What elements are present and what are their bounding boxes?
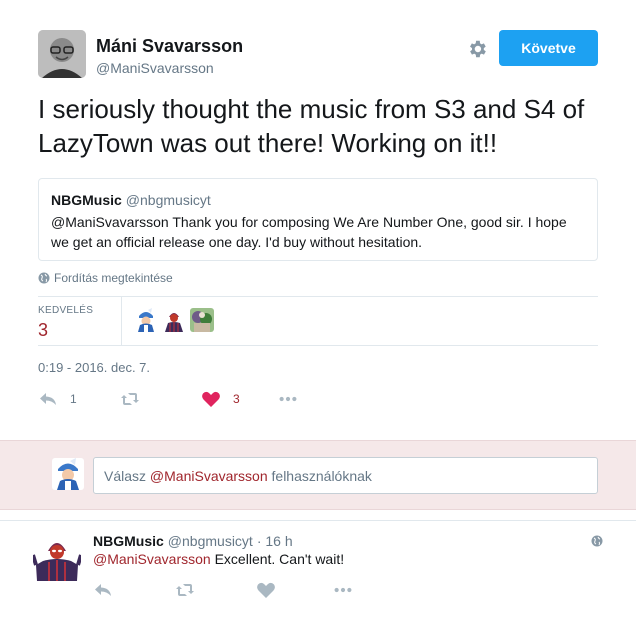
divider: [121, 297, 122, 345]
reply-actions: [93, 581, 373, 599]
reply-composer: Válasz @ManiSvavarsson felhasználóknak: [0, 440, 636, 510]
more-dots-icon: [279, 396, 297, 402]
reply-author-avatar[interactable]: [31, 533, 83, 581]
heart-icon: [257, 582, 275, 598]
reply-author-name[interactable]: NBGMusic: [93, 533, 164, 549]
reply-prefix: Válasz: [104, 468, 150, 484]
heart-icon: [202, 391, 220, 407]
divider: [38, 345, 598, 346]
reply-icon: [40, 393, 56, 405]
likers-list: [134, 308, 214, 332]
tweet-actions: 1 3: [38, 390, 338, 410]
retweet-button[interactable]: [175, 581, 195, 604]
reply-text-mention[interactable]: @ManiSvavarsson: [93, 551, 211, 567]
current-user-avatar: [52, 458, 84, 490]
likes-count: 3: [38, 320, 49, 340]
tweet-timestamp[interactable]: 0:19 - 2016. dec. 7.: [38, 360, 150, 375]
globe-icon[interactable]: [591, 535, 603, 547]
globe-icon: [38, 272, 50, 284]
reply-text-body: Excellent. Can't wait!: [210, 551, 345, 567]
divider: [38, 296, 598, 297]
quote-author-name: NBGMusic: [51, 192, 122, 208]
more-button[interactable]: [278, 390, 298, 408]
like-button[interactable]: 3: [201, 390, 240, 408]
reply-button[interactable]: 1: [38, 390, 77, 408]
follow-button[interactable]: Követve: [499, 30, 598, 66]
reply-button[interactable]: [93, 581, 113, 604]
translate-label: Fordítás megtekintése: [54, 271, 173, 285]
author-handle[interactable]: @ManiSvavarsson: [96, 60, 214, 76]
quote-author-handle: @nbgmusicyt: [125, 192, 211, 208]
reply-tweet[interactable]: NBGMusic @nbgmusicyt · 16 h @ManiSvavarsso…: [0, 520, 636, 623]
author-name[interactable]: Máni Svavarsson: [96, 36, 243, 57]
reply-mention: @ManiSvavarsson: [149, 468, 268, 484]
retweet-button[interactable]: [120, 390, 140, 408]
like-count: 3: [233, 392, 240, 406]
gear-icon[interactable]: [466, 38, 488, 60]
retweet-icon: [121, 393, 139, 405]
reply-count: 1: [70, 392, 77, 406]
more-dots-icon: [334, 587, 352, 593]
reply-icon: [95, 584, 111, 596]
reply-time[interactable]: · 16 h: [257, 533, 293, 549]
like-button[interactable]: [256, 581, 276, 604]
liker-avatar[interactable]: [134, 308, 158, 332]
author-avatar[interactable]: [38, 30, 86, 78]
likes-label: KEDVELÉS: [38, 305, 94, 316]
reply-author-handle[interactable]: @nbgmusicyt: [168, 533, 253, 549]
reply-suffix: felhasználóknak: [267, 468, 372, 484]
liker-avatar[interactable]: [190, 308, 214, 332]
retweet-icon: [176, 584, 194, 596]
main-tweet: Máni Svavarsson @ManiSvavarsson Követve …: [0, 0, 636, 440]
liker-avatar[interactable]: [162, 308, 186, 332]
more-button[interactable]: [333, 581, 353, 604]
reply-header: NBGMusic @nbgmusicyt · 16 h: [93, 533, 293, 549]
quote-text: @ManiSvavarsson Thank you for composing …: [51, 214, 567, 250]
tweet-text: I seriously thought the music from S3 an…: [38, 94, 585, 158]
reply-input[interactable]: Válasz @ManiSvavarsson felhasználóknak: [93, 457, 598, 494]
quoted-tweet[interactable]: NBGMusic @nbgmusicyt @ManiSvavarsson Than…: [38, 178, 598, 261]
likes-stat[interactable]: KEDVELÉS 3: [38, 305, 118, 341]
translate-link[interactable]: Fordítás megtekintése: [38, 271, 173, 285]
reply-text: @ManiSvavarsson Excellent. Can't wait!: [93, 551, 344, 567]
